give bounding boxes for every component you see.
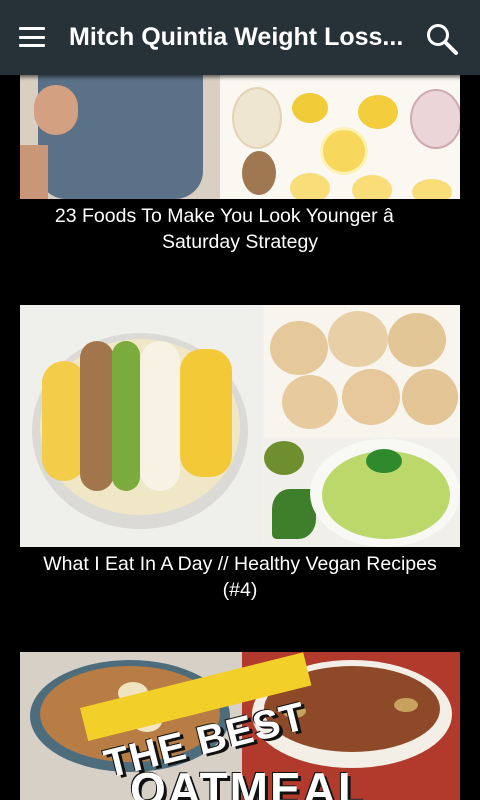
app-bar: Mitch Quintia Weight Loss... — [0, 0, 480, 75]
hamburger-menu-icon[interactable] — [19, 27, 45, 47]
video-thumbnail[interactable] — [20, 305, 460, 547]
video-title[interactable]: 23 Foods To Make You Look Younger â Sa… — [20, 203, 460, 255]
video-feed[interactable]: 23 Foods To Make You Look Younger â Sa… — [0, 75, 480, 800]
search-icon[interactable] — [425, 22, 459, 56]
app-title: Mitch Quintia Weight Loss... — [69, 23, 404, 51]
video-card[interactable]: 23 Foods To Make You Look Younger â Sa… — [20, 75, 460, 255]
video-title[interactable]: What I Eat In A Day // Healthy Vegan Rec… — [20, 551, 460, 603]
video-card[interactable]: What I Eat In A Day // Healthy Vegan Rec… — [20, 305, 460, 603]
video-thumbnail[interactable] — [20, 75, 460, 199]
thumbnail-overlay-text: OATMEAL — [130, 763, 369, 800]
video-thumbnail[interactable]: THE BEST OATMEAL — [20, 652, 460, 800]
video-card[interactable]: THE BEST OATMEAL — [20, 652, 460, 800]
